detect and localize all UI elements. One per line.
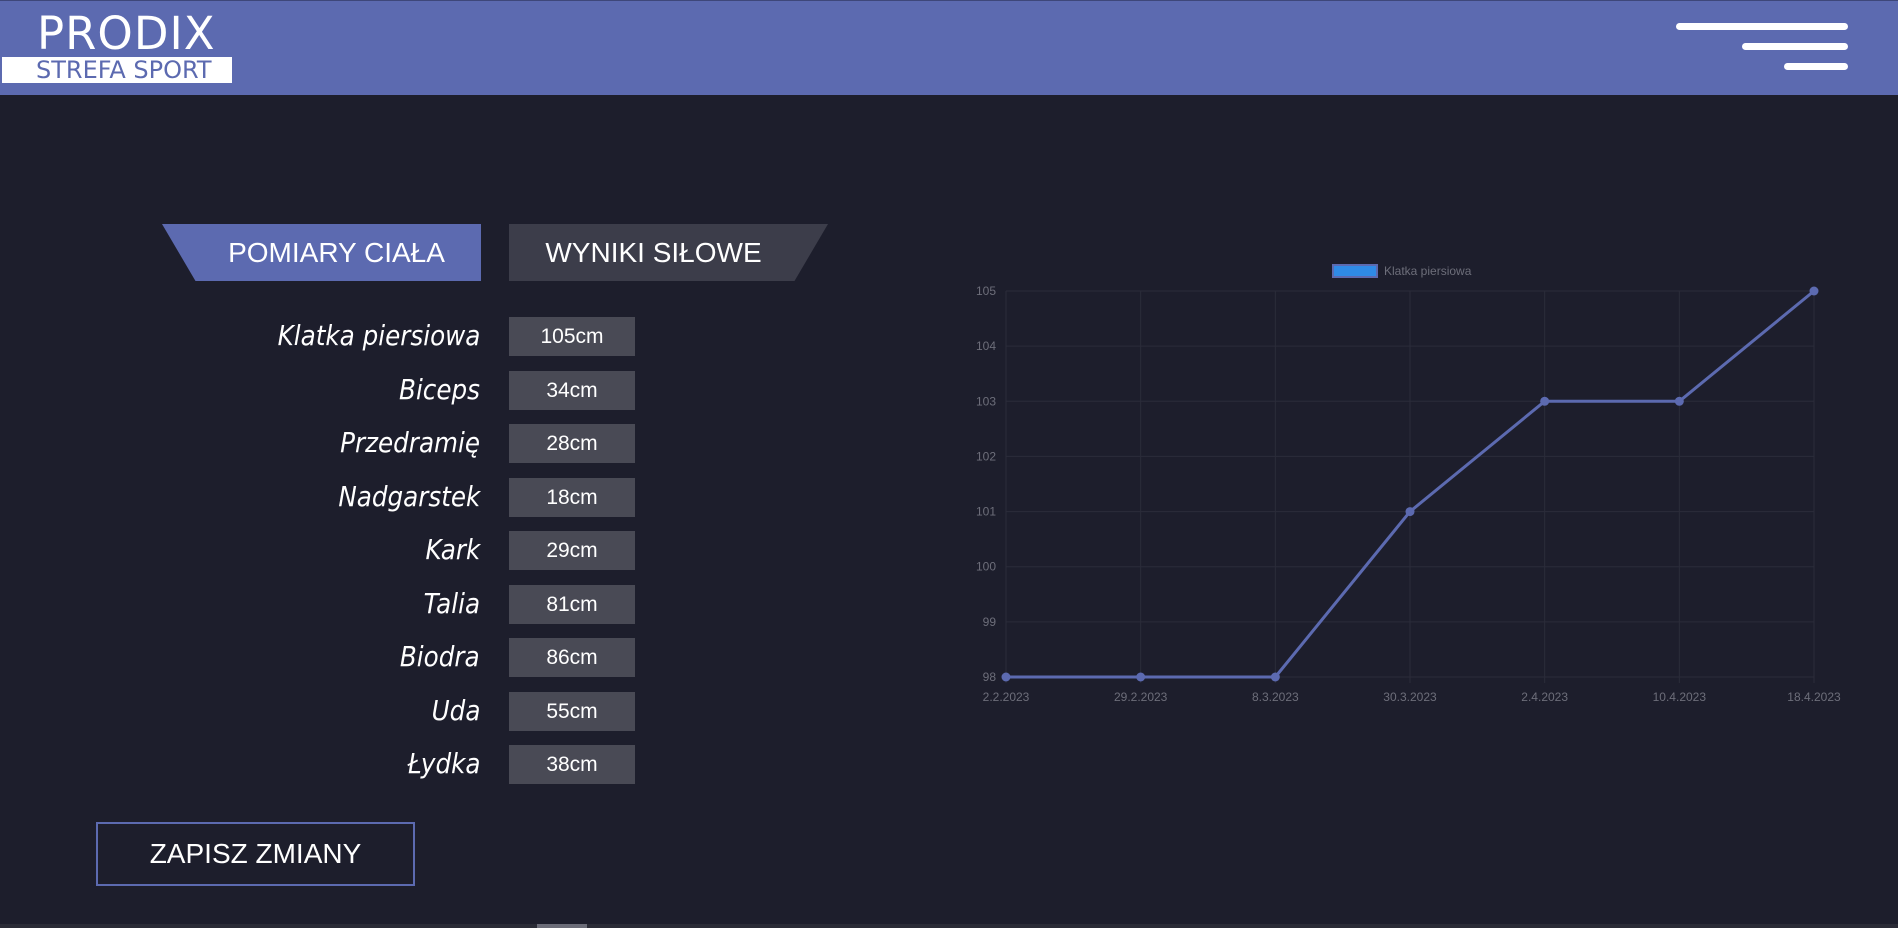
measurement-input[interactable] <box>509 424 635 463</box>
measurement-line-chart: 98 99 100 101 102 103 104 105 2.2.2023 29.2.2023 8… <box>976 264 1841 704</box>
x-tick-label: 10.4.2023 <box>1653 690 1707 704</box>
top-header: PRODIX STREFA SPORT <box>0 0 1898 95</box>
brand-tagline: STREFA SPORT <box>2 57 232 83</box>
x-tick-label: 2.2.2023 <box>983 690 1030 704</box>
y-tick-label: 104 <box>976 339 996 353</box>
measurement-label: Biodra <box>400 640 480 673</box>
y-tick-label: 99 <box>983 615 997 629</box>
measurement-row: Talia <box>0 584 640 624</box>
menu-bar <box>1784 63 1848 70</box>
measurement-row: Łydka <box>0 744 640 784</box>
data-point <box>1405 507 1415 517</box>
data-point <box>1270 672 1280 682</box>
scrollbar-thumb[interactable] <box>537 924 587 928</box>
x-tick-label: 30.3.2023 <box>1383 690 1437 704</box>
measurement-row: Biceps <box>0 370 640 410</box>
x-tick-label: 18.4.2023 <box>1787 690 1841 704</box>
y-tick-label: 102 <box>976 449 996 463</box>
measurement-input[interactable] <box>509 585 635 624</box>
measurement-row: Uda <box>0 691 640 731</box>
hamburger-menu-icon[interactable] <box>1676 23 1848 73</box>
measurement-label: Nadgarstek <box>338 480 480 513</box>
brand-logo[interactable]: PRODIX <box>37 7 216 60</box>
menu-bar <box>1742 43 1848 50</box>
measurement-label: Klatka piersiowa <box>277 319 480 352</box>
data-point <box>1540 396 1550 406</box>
measurement-label: Uda <box>431 694 480 727</box>
measurement-input[interactable] <box>509 478 635 517</box>
measurement-row: Przedramię <box>0 423 640 463</box>
measurement-row: Biodra <box>0 637 640 677</box>
measurement-label: Biceps <box>399 373 480 406</box>
measurement-label: Łydka <box>407 747 480 780</box>
measurement-input[interactable] <box>509 317 635 356</box>
measurement-row: Nadgarstek <box>0 477 640 517</box>
measurement-label: Przedramię <box>340 426 480 459</box>
legend-swatch <box>1332 264 1378 278</box>
data-point <box>1136 672 1146 682</box>
tab-body-measurements[interactable]: POMIARY CIAŁA <box>162 224 481 281</box>
menu-bar <box>1676 23 1848 30</box>
data-point <box>1674 396 1684 406</box>
measurement-input[interactable] <box>509 638 635 677</box>
save-changes-button[interactable]: ZAPISZ ZMIANY <box>96 822 415 886</box>
x-tick-label: 29.2.2023 <box>1114 690 1168 704</box>
measurement-input[interactable] <box>509 745 635 784</box>
x-tick-label: 8.3.2023 <box>1252 690 1299 704</box>
measurement-label: Kark <box>425 533 480 566</box>
measurement-row: Klatka piersiowa <box>0 316 640 356</box>
measurement-input[interactable] <box>509 531 635 570</box>
measurement-label: Talia <box>423 587 480 620</box>
measurement-input[interactable] <box>509 692 635 731</box>
y-tick-label: 101 <box>976 505 996 519</box>
y-tick-label: 103 <box>976 394 996 408</box>
data-point <box>1001 672 1011 682</box>
x-tick-label: 2.4.2023 <box>1521 690 1568 704</box>
legend-label: Klatka piersiowa <box>1384 264 1472 278</box>
data-point <box>1809 286 1819 296</box>
measurement-row: Kark <box>0 530 640 570</box>
y-tick-label: 105 <box>976 284 996 298</box>
measurement-input[interactable] <box>509 371 635 410</box>
y-tick-label: 98 <box>983 670 997 684</box>
horizontal-scrollbar[interactable] <box>0 924 1898 928</box>
y-tick-label: 100 <box>976 560 996 574</box>
tab-strength-results[interactable]: WYNIKI SIŁOWE <box>509 224 828 281</box>
